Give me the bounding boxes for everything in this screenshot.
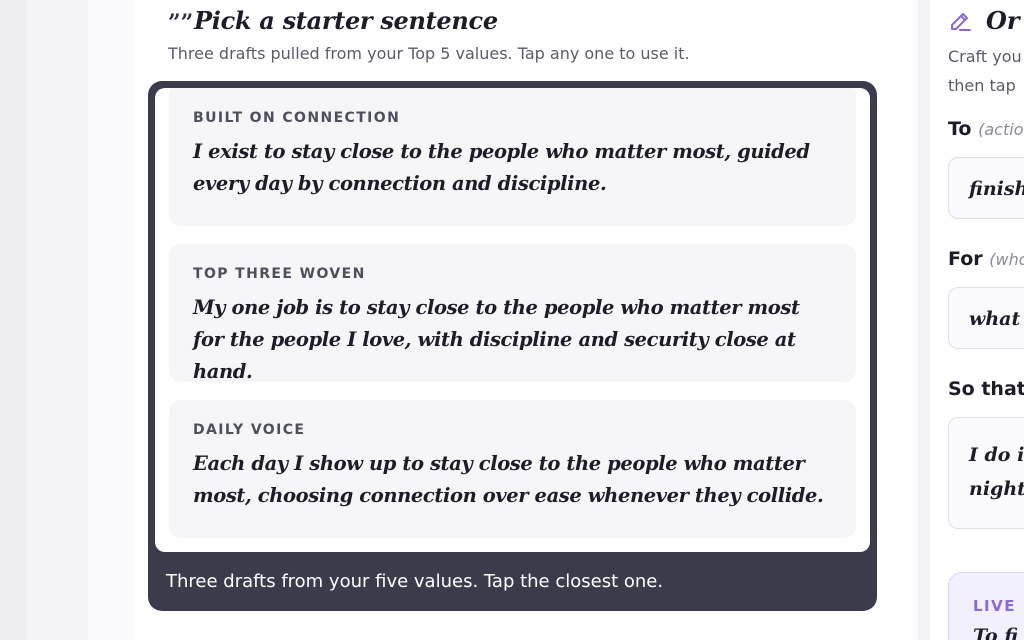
pencil-icon [951, 13, 971, 31]
to-label-text: To [948, 118, 972, 140]
drafts-frame: BUILT ON CONNECTION I exist to stay clos… [148, 81, 877, 611]
so-that-label: So that [948, 378, 1024, 400]
starter-header: ”” Pick a starter sentence [168, 5, 498, 35]
for-label: For (who [948, 248, 1024, 270]
draft-text: Each day I show up to stay close to the … [193, 452, 824, 507]
custom-subtitle-line: Craft you [948, 47, 1022, 66]
draft-label: BUILT ON CONNECTION [193, 110, 401, 126]
draft-text: I exist to stay close to the people who … [193, 140, 810, 195]
for-field[interactable]: what [948, 287, 1024, 349]
draft-card-top-three-woven[interactable]: TOP THREE WOVEN My one job is to stay cl… [169, 244, 856, 383]
so-that-line: night [969, 478, 1024, 500]
custom-panel: Or Craft you then tap To (actio finish F… [930, 0, 1024, 640]
for-label-text: For [948, 248, 983, 270]
starter-title: Pick a starter sentence [194, 5, 498, 35]
custom-title: Or [986, 5, 1020, 35]
starter-subtitle: Three drafts pulled from your Top 5 valu… [168, 44, 690, 63]
quote-icon: ”” [168, 10, 194, 36]
draft-label: DAILY VOICE [193, 422, 306, 438]
live-preview-text: To fi [973, 625, 1019, 640]
custom-subtitle: Craft you then tap [948, 42, 1024, 100]
so-that-field[interactable]: I do it night [948, 417, 1024, 529]
so-that-line: I do it [969, 444, 1024, 466]
for-hint: (who [989, 250, 1024, 269]
draft-label: TOP THREE WOVEN [193, 266, 366, 282]
left-rail [0, 0, 26, 640]
draft-card-daily-voice[interactable]: DAILY VOICE Each day I show up to stay c… [169, 400, 856, 538]
drafts-caption: Three drafts from your five values. Tap … [166, 571, 664, 592]
to-label: To (actio [948, 118, 1023, 140]
custom-header: Or [948, 5, 1020, 35]
live-preview-label: LIVE P [973, 597, 1024, 615]
live-preview-box: LIVE P To fi [948, 572, 1024, 640]
custom-subtitle-line: then tap [948, 76, 1016, 95]
to-field[interactable]: finish [948, 157, 1024, 219]
drafts-list: BUILT ON CONNECTION I exist to stay clos… [155, 88, 870, 552]
draft-text: My one job is to stay close to the peopl… [193, 296, 800, 383]
app-stage: ”” Pick a starter sentence Three drafts … [0, 0, 1024, 640]
draft-card-built-on-connection[interactable]: BUILT ON CONNECTION I exist to stay clos… [169, 88, 856, 226]
to-hint: (actio [978, 120, 1024, 139]
